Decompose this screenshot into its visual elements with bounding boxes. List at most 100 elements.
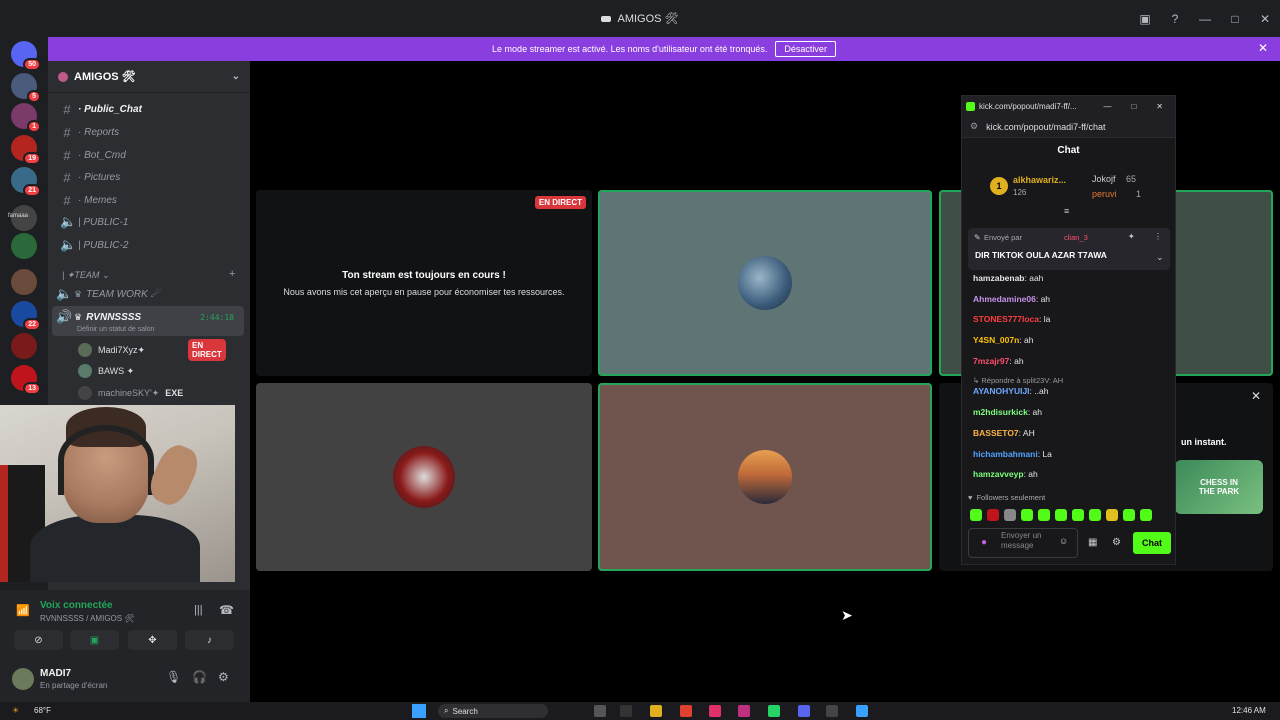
server-icon[interactable]: 1: [11, 103, 41, 133]
voice-user[interactable]: machineSKY'✦ EXE: [78, 384, 183, 402]
camera-button[interactable]: ⊘: [14, 630, 63, 650]
close-icon[interactable]: ✕: [1251, 389, 1261, 403]
app-icon[interactable]: [856, 705, 868, 717]
emote-icon[interactable]: [1106, 509, 1118, 521]
voice-connected-title[interactable]: Voix connectée: [40, 600, 113, 611]
disconnect-icon[interactable]: ☎: [219, 603, 234, 617]
channel-item[interactable]: # · Public_Chat: [56, 99, 244, 119]
user-tile[interactable]: [598, 383, 932, 571]
activities-button[interactable]: ✥: [128, 630, 177, 650]
microphone-icon[interactable]: ●: [981, 537, 987, 548]
channel-status-prompt[interactable]: Définir un statut de salon: [77, 326, 154, 333]
headphones-icon[interactable]: 🎧: [192, 670, 207, 684]
gifter-name[interactable]: Jokojf: [1092, 174, 1116, 184]
chrome-icon[interactable]: [680, 705, 692, 717]
capcut-icon[interactable]: [709, 705, 721, 717]
inbox-icon[interactable]: ▣: [1130, 0, 1160, 37]
my-stream-tile[interactable]: EN DIRECT Ton stream est toujours en cou…: [256, 190, 592, 376]
chat-username[interactable]: m2hdisurkick: [973, 407, 1028, 417]
chat-username[interactable]: Y4SN_007n: [973, 335, 1019, 345]
server-icon[interactable]: 50: [11, 41, 41, 71]
help-icon[interactable]: ?: [1160, 0, 1190, 37]
gear-icon[interactable]: ⚙: [218, 670, 229, 684]
chat-message[interactable]: hamzabenab: aah: [973, 273, 1043, 283]
user-tile[interactable]: [256, 383, 592, 571]
close-button[interactable]: ✕: [1148, 102, 1171, 111]
emote-icon[interactable]: [1038, 509, 1050, 521]
start-icon[interactable]: [412, 704, 426, 718]
kick-url-bar[interactable]: ⚙ kick.com/popout/madi7-ff/chat: [962, 116, 1175, 138]
unpin-icon[interactable]: ✦: [1128, 232, 1135, 241]
chat-username[interactable]: hichambahmani: [973, 449, 1038, 459]
emote-icon[interactable]: [1072, 509, 1084, 521]
whatsapp-icon[interactable]: [768, 705, 780, 717]
more-icon[interactable]: ⋮: [1154, 232, 1162, 241]
maximize-button[interactable]: □: [1123, 102, 1144, 111]
server-wordmark[interactable]: famaaa: [8, 213, 28, 219]
chat-username[interactable]: hamzavveyp: [973, 469, 1024, 479]
chat-message[interactable]: 7mzajr97: ah: [973, 356, 1024, 366]
server-icon[interactable]: 22: [11, 301, 41, 331]
gear-icon[interactable]: ⚙: [1112, 537, 1121, 548]
taskbar-search[interactable]: ⌕ Search: [438, 704, 548, 718]
collapse-icon[interactable]: ≡: [1064, 206, 1069, 216]
avatar[interactable]: [12, 668, 34, 690]
channel-item[interactable]: 🔈 | PUBLIC-2: [56, 235, 244, 255]
category-team[interactable]: | ✦TEAM ⌄: [62, 270, 109, 281]
emote-icon[interactable]: [970, 509, 982, 521]
chat-message[interactable]: Ahmedamine06: ah: [973, 294, 1050, 304]
chat-message[interactable]: BASSETO7: AH: [973, 428, 1035, 438]
store-icon[interactable]: ▦: [1088, 537, 1097, 548]
screen-share-button[interactable]: ▣: [70, 630, 119, 650]
chat-username[interactable]: hamzabenab: [973, 273, 1025, 283]
emote-icon[interactable]: [1089, 509, 1101, 521]
chat-username[interactable]: AYANOHYUIJI: [973, 386, 1030, 396]
channel-item[interactable]: # · Reports: [56, 122, 244, 142]
emote-icon[interactable]: [1004, 509, 1016, 521]
chat-message[interactable]: STONES777loca: la: [973, 314, 1050, 324]
minimize-button[interactable]: —: [1095, 102, 1119, 111]
activity-promo[interactable]: CHESS IN THE PARK: [1175, 460, 1263, 514]
voice-user[interactable]: BAWS ✦: [78, 362, 134, 380]
chat-message[interactable]: hichambahmani: La: [973, 449, 1052, 459]
instagram-icon[interactable]: [738, 705, 750, 717]
noise-suppression-icon[interactable]: |||: [194, 604, 203, 616]
add-channel-icon[interactable]: +: [229, 268, 235, 280]
voice-channel-rvnnssss[interactable]: 🔊 ♛ RVNNSSSS 2:44:18: [52, 307, 240, 327]
send-chat-button[interactable]: Chat: [1133, 532, 1171, 554]
server-icon[interactable]: [11, 333, 37, 359]
emoji-icon[interactable]: ☺: [1059, 536, 1068, 546]
clock[interactable]: 12:46 AM: [1232, 706, 1266, 715]
chat-message[interactable]: hamzavveyp: ah: [973, 469, 1038, 479]
chat-username[interactable]: Ahmedamine06: [973, 294, 1036, 304]
discord-icon[interactable]: [798, 705, 810, 717]
terminal-icon[interactable]: [620, 705, 632, 717]
server-header[interactable]: AMIGOS 🛠 ⌄: [48, 61, 250, 93]
chat-username[interactable]: STONES777loca: [973, 314, 1039, 324]
site-settings-icon[interactable]: ⚙: [970, 121, 978, 132]
close-button[interactable]: ✕: [1250, 0, 1280, 37]
emote-icon[interactable]: [1123, 509, 1135, 521]
user-tile[interactable]: [598, 190, 932, 376]
chat-input[interactable]: ● Envoyer un message ☺: [968, 528, 1078, 558]
chevron-down-icon[interactable]: ⌄: [1156, 252, 1164, 263]
chat-username[interactable]: 7mzajr97: [973, 356, 1009, 366]
channel-item[interactable]: 🔈 | PUBLIC-1: [56, 212, 244, 232]
minimize-button[interactable]: —: [1190, 0, 1220, 37]
chat-message[interactable]: AYANOHYUIJI: ..ah: [973, 386, 1048, 396]
server-icon[interactable]: 13: [11, 365, 41, 395]
chat-username[interactable]: BASSETO7: [973, 428, 1019, 438]
emote-icon[interactable]: [1055, 509, 1067, 521]
chat-message[interactable]: m2hdisurkick: ah: [973, 407, 1042, 417]
server-icon[interactable]: 21: [11, 167, 41, 197]
channel-item[interactable]: # · Bot_Cmd: [56, 145, 244, 165]
emote-icon[interactable]: [1140, 509, 1152, 521]
server-icon[interactable]: [11, 233, 37, 259]
voice-user[interactable]: Madi7Xyz✦ EN DIRECT: [78, 339, 226, 361]
close-icon[interactable]: ✕: [1258, 41, 1268, 55]
soundboard-button[interactable]: ♪: [185, 630, 234, 650]
top-gifter-name[interactable]: alkhawariz...: [1013, 175, 1066, 185]
folder-icon[interactable]: [650, 705, 662, 717]
channel-item[interactable]: # · Pictures: [56, 167, 244, 187]
emote-icon[interactable]: [987, 509, 999, 521]
